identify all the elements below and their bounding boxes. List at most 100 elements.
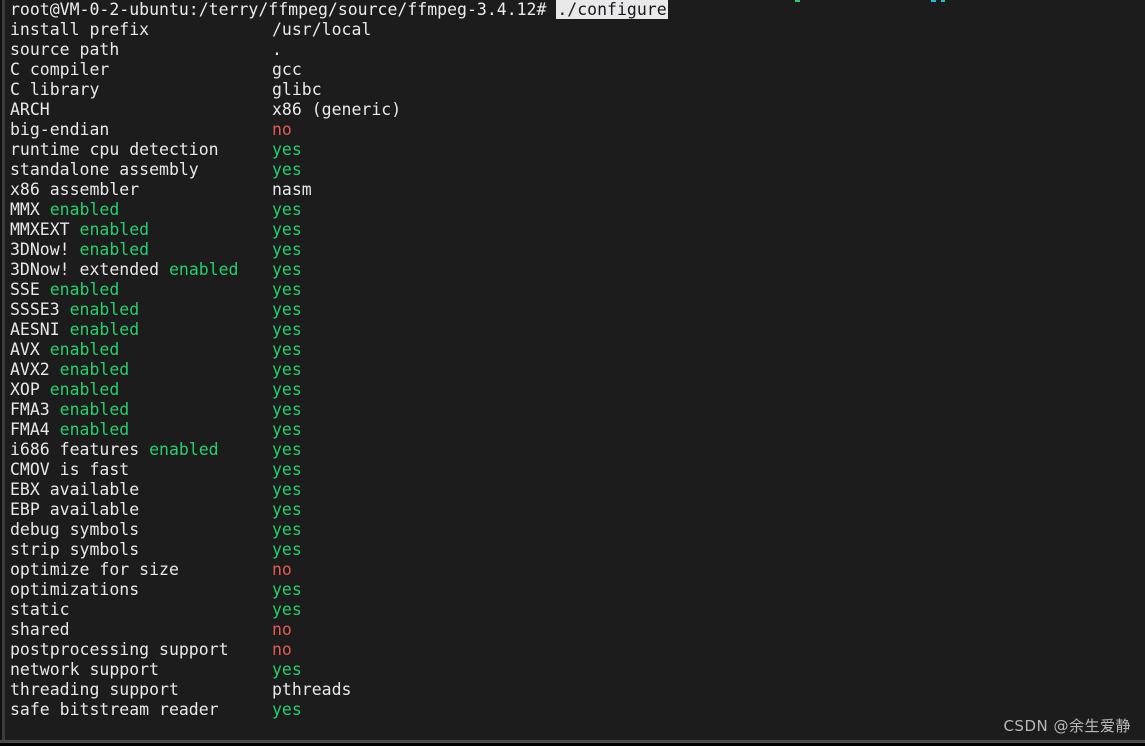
configure-row: EBX available yes xyxy=(10,480,1140,500)
configure-row-value: yes xyxy=(272,480,302,499)
configure-row-label: network support xyxy=(10,660,272,680)
shell-prompt-line[interactable]: root@VM-0-2-ubuntu:/terry/ffmpeg/source/… xyxy=(10,0,1140,20)
configure-row-value: yes xyxy=(272,280,302,299)
configure-row: big-endian no xyxy=(10,120,1140,140)
configure-row-label: MMXEXT enabled xyxy=(10,220,272,240)
configure-row-label: safe bitstream reader xyxy=(10,700,272,720)
configure-row-label-text: x86 assembler xyxy=(10,180,140,199)
configure-row: shared no xyxy=(10,620,1140,640)
configure-row-value: no xyxy=(272,640,292,659)
configure-row-label-text: optimizations xyxy=(10,580,140,599)
configure-row-label: AVX2 enabled xyxy=(10,360,272,380)
configure-row-label-text: strip symbols xyxy=(10,540,140,559)
configure-row-label-text: MMX xyxy=(10,200,50,219)
configure-row-label-text: 3DNow! xyxy=(10,240,80,259)
configure-row-value: glibc xyxy=(272,80,322,99)
configure-row-keyword: enabled xyxy=(59,420,130,439)
configure-row-value: yes xyxy=(272,460,302,479)
configure-row-label-text: i686 features xyxy=(10,440,150,459)
configure-row-value: nasm xyxy=(272,180,312,199)
configure-row-label: source path xyxy=(10,40,272,60)
configure-row-keyword: enabled xyxy=(59,400,130,419)
configure-row-label: optimizations xyxy=(10,580,272,600)
configure-row-value: yes xyxy=(272,260,302,279)
configure-row-label-text: network support xyxy=(10,660,160,679)
configure-row-label: 3DNow! enabled xyxy=(10,240,272,260)
configure-row: debug symbols yes xyxy=(10,520,1140,540)
window-edge-left-light xyxy=(2,0,5,741)
terminal-window[interactable]: root@VM-0-2-ubuntu:/terry/ffmpeg/source/… xyxy=(0,0,1145,746)
configure-row-value: no xyxy=(272,620,292,639)
configure-row: AESNI enabled yes xyxy=(10,320,1140,340)
configure-row-label-text: AVX xyxy=(10,340,50,359)
configure-row-label-text: big-endian xyxy=(10,120,110,139)
configure-row-label: strip symbols xyxy=(10,540,272,560)
configure-row-value: x86 (generic) xyxy=(272,100,402,119)
configure-row: source path. xyxy=(10,40,1140,60)
configure-row-label: AESNI enabled xyxy=(10,320,272,340)
configure-row-label: CMOV is fast xyxy=(10,460,272,480)
configure-row-label: standalone assembly xyxy=(10,160,272,180)
configure-row-value: pthreads xyxy=(272,680,352,699)
configure-row-label: debug symbols xyxy=(10,520,272,540)
configure-row-label: C library xyxy=(10,80,272,100)
configure-row-label: optimize for size xyxy=(10,560,272,580)
configure-row-label-text: CMOV is fast xyxy=(10,460,130,479)
configure-row-label-text: optimize for size xyxy=(10,560,179,579)
shell-prompt-text: root@VM-0-2-ubuntu:/terry/ffmpeg/source/… xyxy=(10,0,557,19)
configure-output: install prefix/usr/local source path. C co… xyxy=(10,20,1140,720)
configure-row-label-text: SSSE3 xyxy=(10,300,70,319)
configure-row-label: x86 assembler xyxy=(10,180,272,200)
configure-row-value: yes xyxy=(272,220,302,239)
configure-row: 3DNow! extended enabled yes xyxy=(10,260,1140,280)
configure-row: static yes xyxy=(10,600,1140,620)
configure-row-value: yes xyxy=(272,600,302,619)
configure-row-label: install prefix xyxy=(10,20,272,40)
configure-row-label-text: FMA4 xyxy=(10,420,60,439)
configure-row-label: MMX enabled xyxy=(10,200,272,220)
configure-row: install prefix/usr/local xyxy=(10,20,1140,40)
terminal-screen[interactable]: root@VM-0-2-ubuntu:/terry/ffmpeg/source/… xyxy=(10,0,1140,740)
configure-row-label-text: MMXEXT xyxy=(10,220,80,239)
configure-row-keyword: enabled xyxy=(49,280,120,299)
configure-row-keyword: enabled xyxy=(79,220,150,239)
configure-row-label-text: threading support xyxy=(10,680,179,699)
configure-row-label: static xyxy=(10,600,272,620)
configure-row: 3DNow! enabled yes xyxy=(10,240,1140,260)
configure-row-label-text: shared xyxy=(10,620,70,639)
configure-row-value: yes xyxy=(272,440,302,459)
command-configure[interactable]: ./configure xyxy=(556,0,668,19)
configure-row-value: yes xyxy=(272,320,302,339)
configure-row-label: EBP available xyxy=(10,500,272,520)
configure-row-label-text: AVX2 xyxy=(10,360,60,379)
configure-row-value: yes xyxy=(272,240,302,259)
configure-row-label-text: FMA3 xyxy=(10,400,60,419)
configure-row-value: yes xyxy=(272,140,302,159)
configure-row: threading support pthreads xyxy=(10,680,1140,700)
configure-row-keyword: enabled xyxy=(168,260,239,279)
configure-row-label: FMA4 enabled xyxy=(10,420,272,440)
configure-row: MMX enabled yes xyxy=(10,200,1140,220)
configure-row-keyword: enabled xyxy=(69,300,140,319)
configure-row-label: C compiler xyxy=(10,60,272,80)
configure-row-value: no xyxy=(272,560,292,579)
configure-row: postprocessing support no xyxy=(10,640,1140,660)
configure-row-label-text: AESNI xyxy=(10,320,70,339)
configure-row-label: ARCH xyxy=(10,100,272,120)
configure-row-keyword: enabled xyxy=(59,360,130,379)
configure-row-label: XOP enabled xyxy=(10,380,272,400)
configure-row-label: AVX enabled xyxy=(10,340,272,360)
configure-row-keyword: enabled xyxy=(69,320,140,339)
configure-row-label-text: debug symbols xyxy=(10,520,140,539)
configure-row: AVX enabled yes xyxy=(10,340,1140,360)
configure-row-label-text: standalone assembly xyxy=(10,160,199,179)
configure-row-label-text: static xyxy=(10,600,70,619)
configure-row-label-text: C compiler xyxy=(10,60,110,79)
configure-row: optimizations yes xyxy=(10,580,1140,600)
configure-row-value: yes xyxy=(272,360,302,379)
configure-row-value: gcc xyxy=(272,60,302,79)
configure-row-keyword: enabled xyxy=(149,440,219,459)
configure-row-label-text: XOP xyxy=(10,380,50,399)
configure-row-value: yes xyxy=(272,660,302,679)
configure-row: C compiler gcc xyxy=(10,60,1140,80)
